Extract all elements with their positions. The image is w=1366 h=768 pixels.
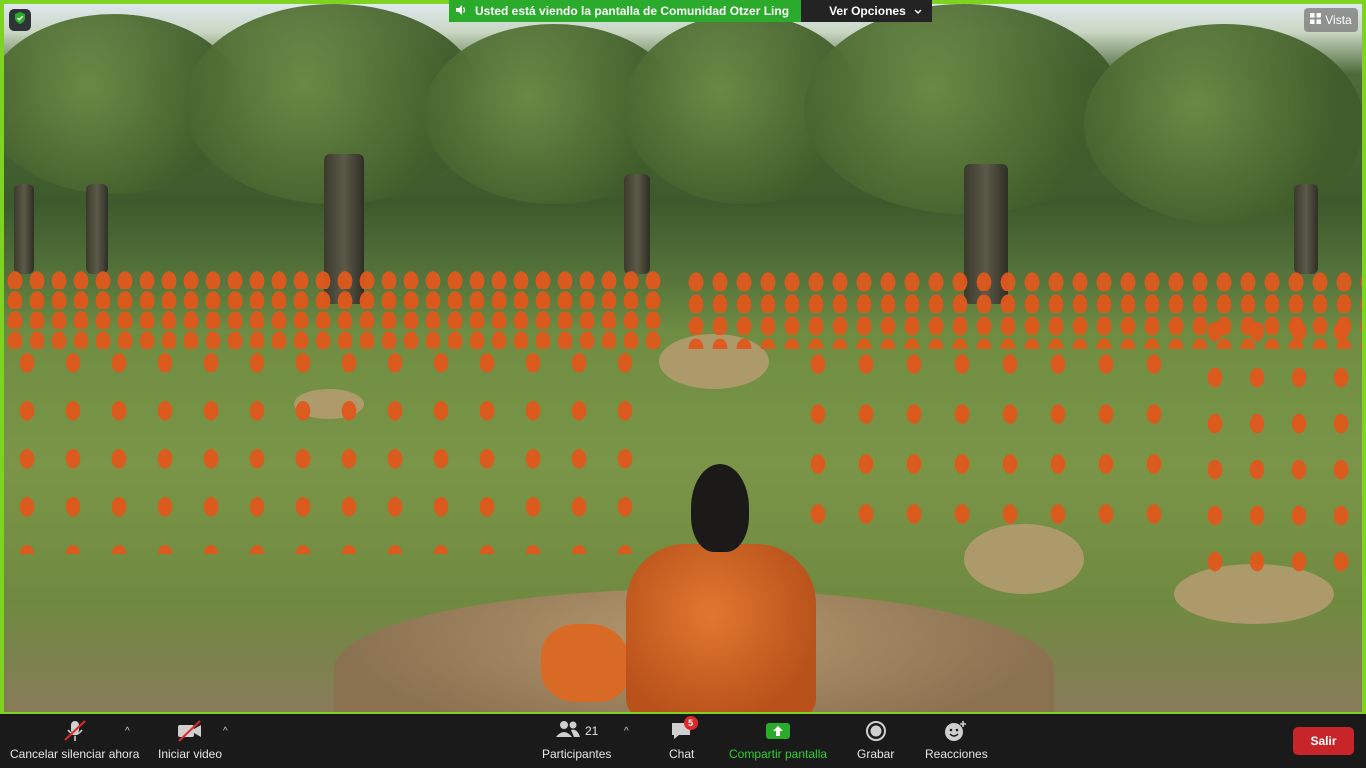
shield-check-icon — [13, 11, 27, 30]
record-icon — [865, 720, 887, 742]
sharing-status: Usted está viendo la pantalla de Comunid… — [449, 0, 802, 22]
participants-button[interactable]: 21 Participantes — [542, 720, 611, 761]
smiley-plus-icon — [944, 720, 968, 742]
chat-unread-badge: 5 — [683, 716, 698, 730]
record-label: Grabar — [857, 747, 895, 761]
video-options-caret[interactable]: ^ — [223, 726, 228, 737]
chat-bubble-icon: 5 — [670, 716, 698, 742]
people-icon — [555, 719, 581, 744]
monk-crowd — [4, 334, 644, 554]
sharing-status-text: Usted está viendo la pantalla de Comunid… — [475, 4, 790, 18]
tree-trunk — [86, 184, 108, 274]
audio-options-caret[interactable]: ^ — [125, 726, 130, 737]
speaker-icon — [455, 4, 467, 19]
start-video-label: Iniciar video — [158, 747, 223, 761]
participants-count: 21 — [585, 724, 599, 738]
leave-meeting-button[interactable]: Salir — [1293, 727, 1354, 755]
chat-button[interactable]: 5 Chat — [669, 716, 698, 761]
tree-canopy — [1084, 24, 1362, 224]
monk-crowd — [794, 334, 1194, 534]
reactions-label: Reacciones — [925, 747, 988, 761]
share-screen-label: Compartir pantalla — [729, 747, 828, 761]
unmute-label: Cancelar silenciar ahora — [10, 747, 140, 761]
seated-figure-robe — [626, 544, 816, 712]
seated-figure-head — [691, 464, 749, 552]
tree-trunk — [1294, 184, 1318, 274]
grid-icon — [1310, 13, 1322, 27]
view-layout-label: Vista — [1325, 13, 1352, 27]
view-options-label: Ver Opciones — [829, 4, 906, 18]
participants-options-caret[interactable]: ^ — [624, 726, 629, 737]
view-options-button[interactable]: Ver Opciones — [801, 0, 932, 22]
shared-screen-view — [0, 0, 1366, 714]
microphone-muted-icon — [62, 720, 88, 742]
meeting-toolbar: Cancelar silenciar ahora ^ Iniciar video… — [0, 714, 1366, 768]
share-screen-button[interactable]: Compartir pantalla — [729, 720, 827, 761]
view-layout-button[interactable]: Vista — [1304, 8, 1358, 32]
meeting-security-button[interactable] — [9, 9, 31, 31]
chevron-down-icon — [914, 4, 922, 18]
participants-icon-wrap: 21 — [555, 720, 598, 742]
unmute-button[interactable]: Cancelar silenciar ahora — [10, 720, 139, 761]
start-video-button[interactable]: Iniciar video — [158, 720, 222, 761]
folded-robe — [541, 624, 629, 702]
reactions-button[interactable]: Reacciones — [925, 720, 988, 761]
screen-share-banner: Usted está viendo la pantalla de Comunid… — [449, 0, 932, 22]
tree-trunk — [14, 184, 34, 274]
participants-label: Participantes — [542, 747, 612, 761]
tree-trunk — [624, 174, 650, 274]
camera-off-icon — [176, 720, 204, 742]
monk-crowd — [1194, 304, 1362, 584]
record-button[interactable]: Grabar — [857, 720, 894, 761]
chat-label: Chat — [669, 747, 695, 761]
share-screen-icon — [765, 720, 791, 742]
ground-patch — [964, 524, 1084, 594]
